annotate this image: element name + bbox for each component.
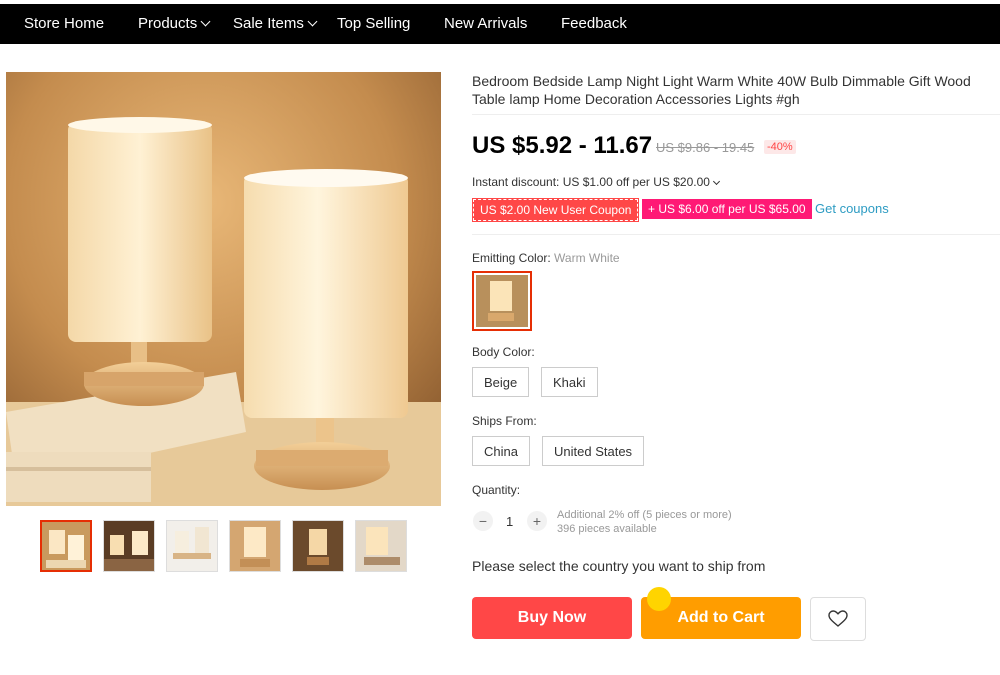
- thumbnail-3[interactable]: [166, 520, 218, 572]
- nav-sale-items[interactable]: Sale Items: [233, 4, 318, 44]
- nav-label: Products: [138, 15, 198, 32]
- thumbnail-image: [42, 522, 90, 570]
- chevron-down-icon: [712, 177, 720, 186]
- product-title: Bedroom Bedside Lamp Night Light Warm Wh…: [472, 73, 971, 107]
- new-user-coupon[interactable]: US $2.00 New User Coupon: [471, 198, 640, 222]
- lamp-photo-illustration: [6, 72, 441, 506]
- ships-from-label: Ships From:: [472, 414, 537, 428]
- divider: [472, 114, 1000, 115]
- body-color-label: Body Color:: [472, 345, 535, 359]
- option-label: Emitting Color:: [472, 251, 551, 265]
- ships-from-china[interactable]: China: [472, 436, 530, 466]
- thumbnail-image: [230, 521, 280, 571]
- instant-discount-text: Instant discount: US $1.00 off per US $2…: [472, 175, 710, 189]
- wishlist-button[interactable]: [810, 597, 866, 641]
- main-product-image[interactable]: [6, 72, 441, 506]
- heart-icon: [828, 610, 848, 627]
- quantity-info: Additional 2% off (5 pieces or more) 396…: [557, 508, 732, 536]
- nav-feedback[interactable]: Feedback: [561, 4, 627, 44]
- thumbnail-image: [356, 521, 406, 571]
- ships-from-united-states[interactable]: United States: [542, 436, 645, 466]
- thumbnail-4[interactable]: [229, 520, 281, 572]
- price: US $5.92 - 11.67: [472, 132, 653, 159]
- stock-available: 396 pieces available: [557, 523, 657, 535]
- store-coupon[interactable]: + US $6.00 off per US $65.00: [642, 199, 812, 219]
- nav-label: Store Home: [24, 15, 105, 32]
- selected-option-value: Warm White: [554, 251, 620, 265]
- nav-products[interactable]: Products: [138, 4, 211, 44]
- body-color-khaki[interactable]: Khaki: [541, 367, 598, 397]
- ship-country-prompt: Please select the country you want to sh…: [472, 558, 766, 574]
- buy-now-button[interactable]: Buy Now: [472, 597, 632, 639]
- discount-badge: -40%: [764, 140, 796, 154]
- nav-label: Feedback: [561, 15, 627, 32]
- nav-label: New Arrivals: [444, 15, 528, 32]
- thumbnail-image: [293, 521, 343, 571]
- nav-store-home[interactable]: Store Home: [24, 4, 104, 44]
- get-coupons-link[interactable]: Get coupons: [815, 201, 889, 216]
- quantity-value[interactable]: 1: [506, 514, 513, 529]
- thumbnail-image: [104, 521, 154, 571]
- nav-label: Sale Items: [233, 15, 304, 32]
- nav-top-selling[interactable]: Top Selling: [337, 4, 410, 44]
- instant-discount[interactable]: Instant discount: US $1.00 off per US $2…: [472, 175, 720, 189]
- chevron-down-icon: [200, 16, 211, 27]
- thumbnail-6[interactable]: [355, 520, 407, 572]
- quantity-label: Quantity:: [472, 483, 521, 497]
- thumbnail-2[interactable]: [103, 520, 155, 572]
- thumbnail-5[interactable]: [292, 520, 344, 572]
- sparkle-icon: [647, 587, 671, 611]
- thumbnail-1[interactable]: [40, 520, 92, 572]
- quantity-decrease-button[interactable]: −: [473, 511, 493, 531]
- nav-new-arrivals[interactable]: New Arrivals: [444, 4, 527, 44]
- store-nav-bar: Store Home Products Sale Items Top Selli…: [0, 4, 1000, 44]
- nav-label: Top Selling: [337, 15, 411, 32]
- divider: [472, 234, 1000, 235]
- chevron-down-icon: [307, 16, 318, 27]
- thumbnail-image: [167, 521, 217, 571]
- quantity-increase-button[interactable]: +: [527, 511, 547, 531]
- emitting-color-label: Emitting Color: Warm White: [472, 251, 620, 265]
- body-color-beige[interactable]: Beige: [472, 367, 530, 397]
- swatch-image: [476, 275, 528, 327]
- emitting-color-swatch-warm-white[interactable]: [472, 271, 532, 331]
- original-price: US $9.86 - 19.45: [656, 140, 755, 155]
- bulk-discount-note: Additional 2% off (5 pieces or more): [557, 509, 732, 521]
